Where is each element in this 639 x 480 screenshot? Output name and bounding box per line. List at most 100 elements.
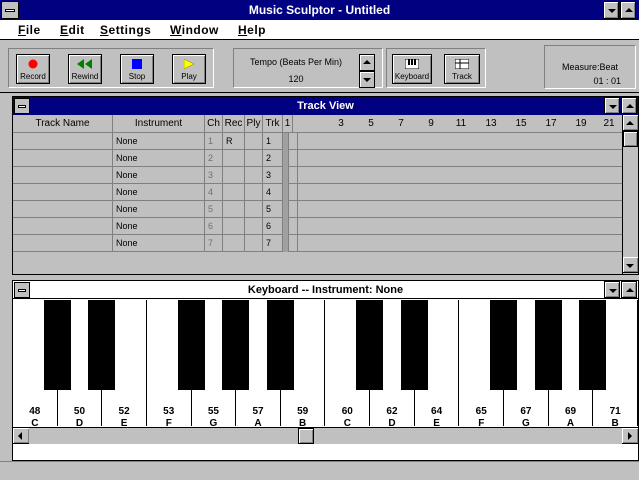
tempo-up-button[interactable]: [359, 54, 375, 71]
track-cell-rec[interactable]: [223, 201, 245, 218]
col-ply: Ply: [245, 115, 263, 133]
table-row[interactable]: None 1 R 1: [13, 133, 622, 150]
track-cell-trk[interactable]: 1: [263, 133, 283, 150]
track-lane[interactable]: [297, 235, 622, 252]
black-key[interactable]: [579, 300, 607, 390]
black-key[interactable]: [490, 300, 518, 390]
track-cell-ply[interactable]: [245, 201, 263, 218]
track-cell-ply[interactable]: [245, 184, 263, 201]
track-cell-ch[interactable]: 2: [205, 150, 223, 167]
black-key[interactable]: [222, 300, 250, 390]
track-cell-rec[interactable]: [223, 235, 245, 252]
keyboard-system-menu-icon[interactable]: [14, 282, 30, 298]
scroll-up-button[interactable]: [623, 115, 638, 131]
track-cell-instrument[interactable]: None: [113, 150, 205, 167]
table-row[interactable]: None 7 7: [13, 235, 622, 252]
track-cell-rec[interactable]: [223, 218, 245, 235]
track-cell-rec[interactable]: R: [223, 133, 245, 150]
keyboard-button[interactable]: Keyboard: [392, 54, 432, 84]
track-cell-rec[interactable]: [223, 184, 245, 201]
track-lane[interactable]: [297, 218, 622, 235]
track-lane[interactable]: [297, 150, 622, 167]
menu-help[interactable]: Help: [238, 23, 266, 37]
menu-window[interactable]: Window: [170, 23, 219, 37]
track-cell-instrument[interactable]: None: [113, 184, 205, 201]
tempo-value[interactable]: 120: [234, 74, 358, 84]
keyboard-minimize-button[interactable]: [604, 281, 620, 298]
table-row[interactable]: None 3 3: [13, 167, 622, 184]
track-lane[interactable]: [297, 184, 622, 201]
black-key[interactable]: [177, 300, 205, 390]
table-row[interactable]: None 6 6: [13, 218, 622, 235]
track-cell-ch[interactable]: 3: [205, 167, 223, 184]
track-cell-trk[interactable]: 4: [263, 184, 283, 201]
menu-settings[interactable]: Settings: [100, 23, 151, 37]
keyboard-maximize-button[interactable]: [621, 281, 637, 298]
track-cell-name[interactable]: [13, 150, 113, 167]
track-cell-instrument[interactable]: None: [113, 235, 205, 252]
track-cell-ch[interactable]: 1: [205, 133, 223, 150]
black-key[interactable]: [266, 300, 294, 390]
app-title-bar: Music Sculptor - Untitled: [0, 0, 639, 20]
play-button[interactable]: Play: [172, 54, 206, 84]
track-cell-name[interactable]: [13, 133, 113, 150]
table-row[interactable]: None 5 5: [13, 201, 622, 218]
track-cell-instrument[interactable]: None: [113, 201, 205, 218]
track-cell-rec[interactable]: [223, 150, 245, 167]
record-button[interactable]: Record: [16, 54, 50, 84]
track-cell-ply[interactable]: [245, 235, 263, 252]
measure-label: Measure:Beat: [561, 62, 619, 72]
track-view-vscroll[interactable]: [622, 115, 638, 274]
black-key[interactable]: [534, 300, 562, 390]
track-cell-instrument[interactable]: None: [113, 167, 205, 184]
track-view-system-menu-icon[interactable]: [14, 98, 30, 114]
black-key[interactable]: [88, 300, 116, 390]
scroll-left-button[interactable]: [13, 428, 29, 444]
track-view-maximize-button[interactable]: [621, 97, 637, 114]
track-cell-trk[interactable]: 7: [263, 235, 283, 252]
tempo-label: Tempo (Beats Per Min): [249, 57, 343, 67]
track-cell-name[interactable]: [13, 218, 113, 235]
minimize-button[interactable]: [603, 1, 619, 19]
track-cell-trk[interactable]: 6: [263, 218, 283, 235]
track-cell-trk[interactable]: 3: [263, 167, 283, 184]
track-cell-ch[interactable]: 7: [205, 235, 223, 252]
rewind-button[interactable]: Rewind: [68, 54, 102, 84]
menu-file[interactable]: File: [18, 23, 41, 37]
tempo-down-button[interactable]: [359, 71, 375, 88]
track-cell-instrument[interactable]: None: [113, 218, 205, 235]
black-key[interactable]: [400, 300, 428, 390]
maximize-button[interactable]: [620, 1, 636, 19]
track-cell-ch[interactable]: 4: [205, 184, 223, 201]
menu-edit[interactable]: Edit: [60, 23, 85, 37]
scroll-thumb[interactable]: [623, 131, 638, 147]
track-cell-trk[interactable]: 2: [263, 150, 283, 167]
track-cell-ply[interactable]: [245, 133, 263, 150]
track-cell-instrument[interactable]: None: [113, 133, 205, 150]
track-lane[interactable]: [297, 167, 622, 184]
track-cell-name[interactable]: [13, 201, 113, 218]
table-row[interactable]: None 4 4: [13, 184, 622, 201]
track-cell-ply[interactable]: [245, 150, 263, 167]
track-cell-ch[interactable]: 6: [205, 218, 223, 235]
track-lane[interactable]: [297, 133, 622, 150]
track-cell-ch[interactable]: 5: [205, 201, 223, 218]
track-button[interactable]: Track: [444, 54, 480, 84]
black-key[interactable]: [43, 300, 71, 390]
table-row[interactable]: None 2 2: [13, 150, 622, 167]
track-cell-name[interactable]: [13, 184, 113, 201]
track-lane[interactable]: [297, 201, 622, 218]
track-cell-name[interactable]: [13, 167, 113, 184]
scroll-down-button[interactable]: [623, 257, 638, 273]
stop-button[interactable]: Stop: [120, 54, 154, 84]
track-cell-ply[interactable]: [245, 167, 263, 184]
hscroll-thumb[interactable]: [298, 428, 314, 444]
keyboard-hscroll[interactable]: [13, 427, 638, 444]
track-cell-trk[interactable]: 5: [263, 201, 283, 218]
track-view-minimize-button[interactable]: [604, 97, 620, 114]
black-key[interactable]: [356, 300, 384, 390]
track-cell-ply[interactable]: [245, 218, 263, 235]
scroll-right-button[interactable]: [622, 428, 638, 444]
track-cell-name[interactable]: [13, 235, 113, 252]
track-cell-rec[interactable]: [223, 167, 245, 184]
